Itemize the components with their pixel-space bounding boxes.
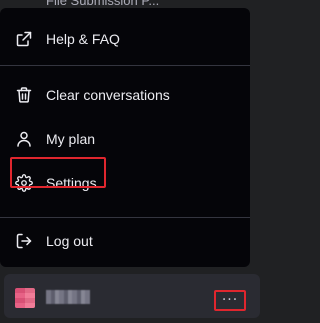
user-icon [15,130,33,148]
menu-item-label: Help & FAQ [46,31,120,47]
menu-item-clear-conversations[interactable]: Clear conversations [0,74,250,116]
menu-item-label: Log out [46,233,93,249]
trash-icon [15,86,33,104]
username-blurred [46,290,90,304]
external-link-icon [15,30,33,48]
avatar [15,288,35,308]
menu-item-my-plan[interactable]: My plan [0,118,250,160]
more-options-button[interactable]: ··· [214,290,246,311]
background-chat-label: File Submission P... [46,0,160,8]
app-page: File Submission P... Help & FAQ Clear co… [0,0,268,323]
logout-icon [15,232,33,250]
menu-item-label: My plan [46,131,96,147]
account-menu: Help & FAQ Clear conversations My plan S… [0,8,250,267]
menu-divider [0,65,250,66]
menu-divider [0,217,250,218]
settings-highlight-box [10,157,106,188]
user-account-button[interactable]: ··· [4,274,260,318]
menu-item-help-faq[interactable]: Help & FAQ [0,18,250,60]
more-dots-icon: ··· [221,291,239,308]
user-bar: ··· [0,270,268,323]
menu-item-label: Clear conversations [46,87,170,103]
menu-item-log-out[interactable]: Log out [0,220,250,262]
